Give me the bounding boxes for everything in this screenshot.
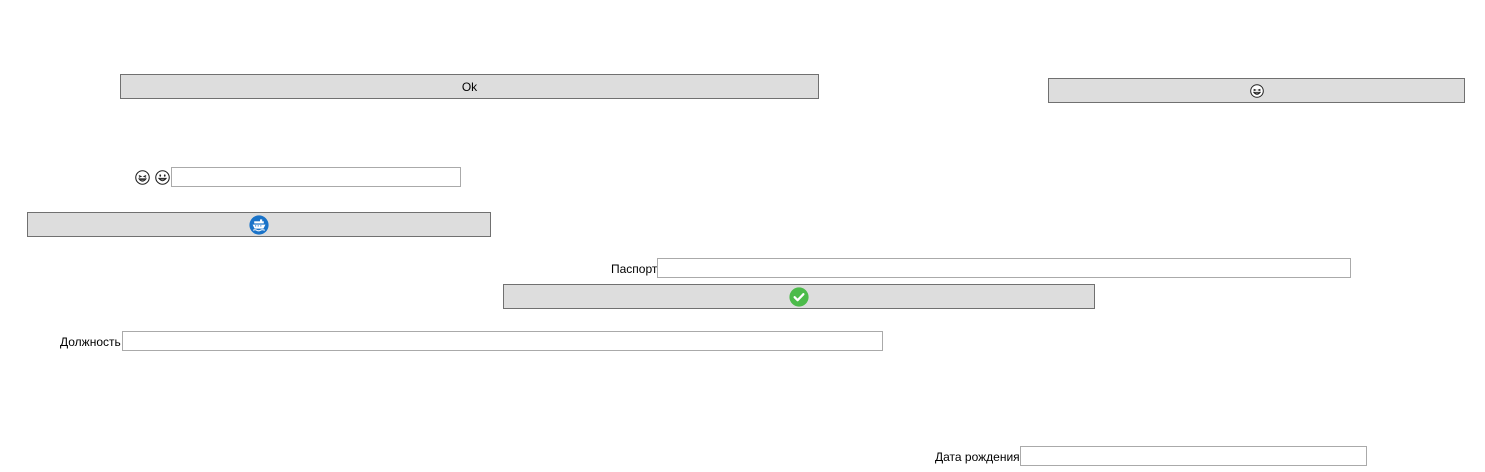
position-field[interactable]: [122, 331, 883, 351]
ok-button-label: Ok: [461, 79, 478, 94]
passport-field[interactable]: [657, 258, 1351, 278]
emoji-text-input[interactable]: [171, 167, 461, 187]
grinning-squint-face-icon: [1249, 83, 1264, 98]
position-label: Должность: [60, 335, 121, 349]
grinning-squint-face-icon: [135, 170, 150, 185]
birth-date-label: Дата рождения: [935, 450, 1020, 464]
birth-date-field[interactable]: [1020, 446, 1367, 466]
ok-button[interactable]: Ok: [120, 74, 819, 99]
confirm-button[interactable]: [503, 284, 1095, 309]
passport-label: Паспорт: [611, 262, 658, 276]
check-circle-icon: [789, 286, 809, 307]
emoji-button[interactable]: [1048, 78, 1465, 103]
ship-icon: [249, 214, 269, 235]
grinning-face-icon: [155, 170, 170, 185]
ship-button[interactable]: [27, 212, 491, 237]
